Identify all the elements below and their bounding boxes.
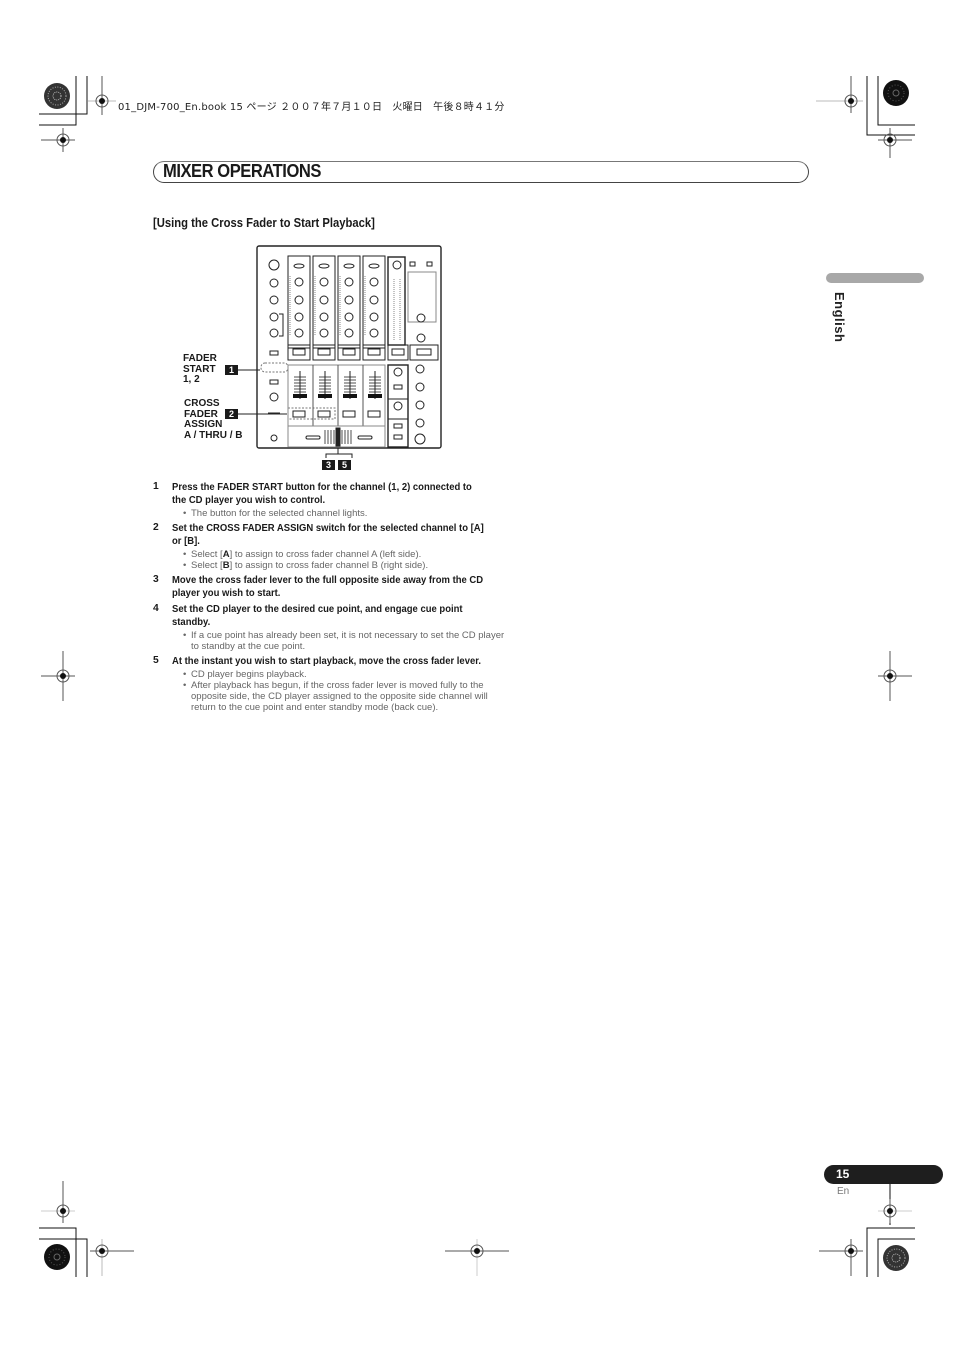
step-instruction: Set the CD player to the desired cue poi… xyxy=(172,604,463,628)
language-tab xyxy=(826,273,924,283)
step-note: Select [A] to assign to cross fader chan… xyxy=(183,549,512,560)
step-instruction: Move the cross fader lever to the full o… xyxy=(172,575,484,599)
page-language: En xyxy=(837,1186,850,1197)
fader-start-label: FADER START 1, 2 xyxy=(183,353,217,386)
step: 4 Set the CD player to the desired cue p… xyxy=(153,603,504,654)
step-instruction: At the instant you wish to start playbac… xyxy=(172,656,482,667)
procedure-steps: 1 Press the FADER START button for the c… xyxy=(153,481,504,716)
step: 2 Set the CROSS FADER ASSIGN switch for … xyxy=(153,522,484,573)
section-heading: [Using the Cross Fader to Start Playback… xyxy=(153,216,375,230)
fader-start-label-line: 1, 2 xyxy=(183,374,200,385)
step: 3 Move the cross fader lever to the full… xyxy=(153,574,483,602)
step-note: Select [B] to assign to cross fader chan… xyxy=(183,560,512,571)
registration-disc-icon xyxy=(883,80,909,106)
registration-disc-icon xyxy=(44,83,70,109)
step-number: 1 xyxy=(153,481,159,492)
step-number: 4 xyxy=(153,603,159,614)
step-note: If a cue point has already been set, it … xyxy=(183,630,512,652)
step-note: After playback has begun, if the cross f… xyxy=(183,680,512,713)
page-number: 15 xyxy=(836,1167,850,1181)
step-number: 5 xyxy=(153,655,159,666)
chapter-title: MIXER OPERATIONS xyxy=(163,161,321,181)
registration-disc-icon xyxy=(883,1245,909,1271)
fader-start-label-line: FADER xyxy=(183,353,217,364)
step-note: The button for the selected channel ligh… xyxy=(183,508,512,519)
step-number: 3 xyxy=(153,574,159,585)
language-label: English xyxy=(832,292,847,343)
file-header: 01_DJM-700_En.book 15 ページ ２００７年７月１０日 火曜日… xyxy=(118,102,505,113)
step: 5 At the instant you wish to start playb… xyxy=(153,655,488,715)
mixer-diagram xyxy=(238,245,442,458)
step-note: CD player begins playback. xyxy=(183,669,512,680)
step: 1 Press the FADER START button for the c… xyxy=(153,481,473,521)
step-number: 2 xyxy=(153,522,159,533)
registration-disc-icon xyxy=(44,1244,70,1270)
step-instruction: Set the CROSS FADER ASSIGN switch for th… xyxy=(172,523,484,547)
step-instruction: Press the FADER START button for the cha… xyxy=(172,482,472,506)
